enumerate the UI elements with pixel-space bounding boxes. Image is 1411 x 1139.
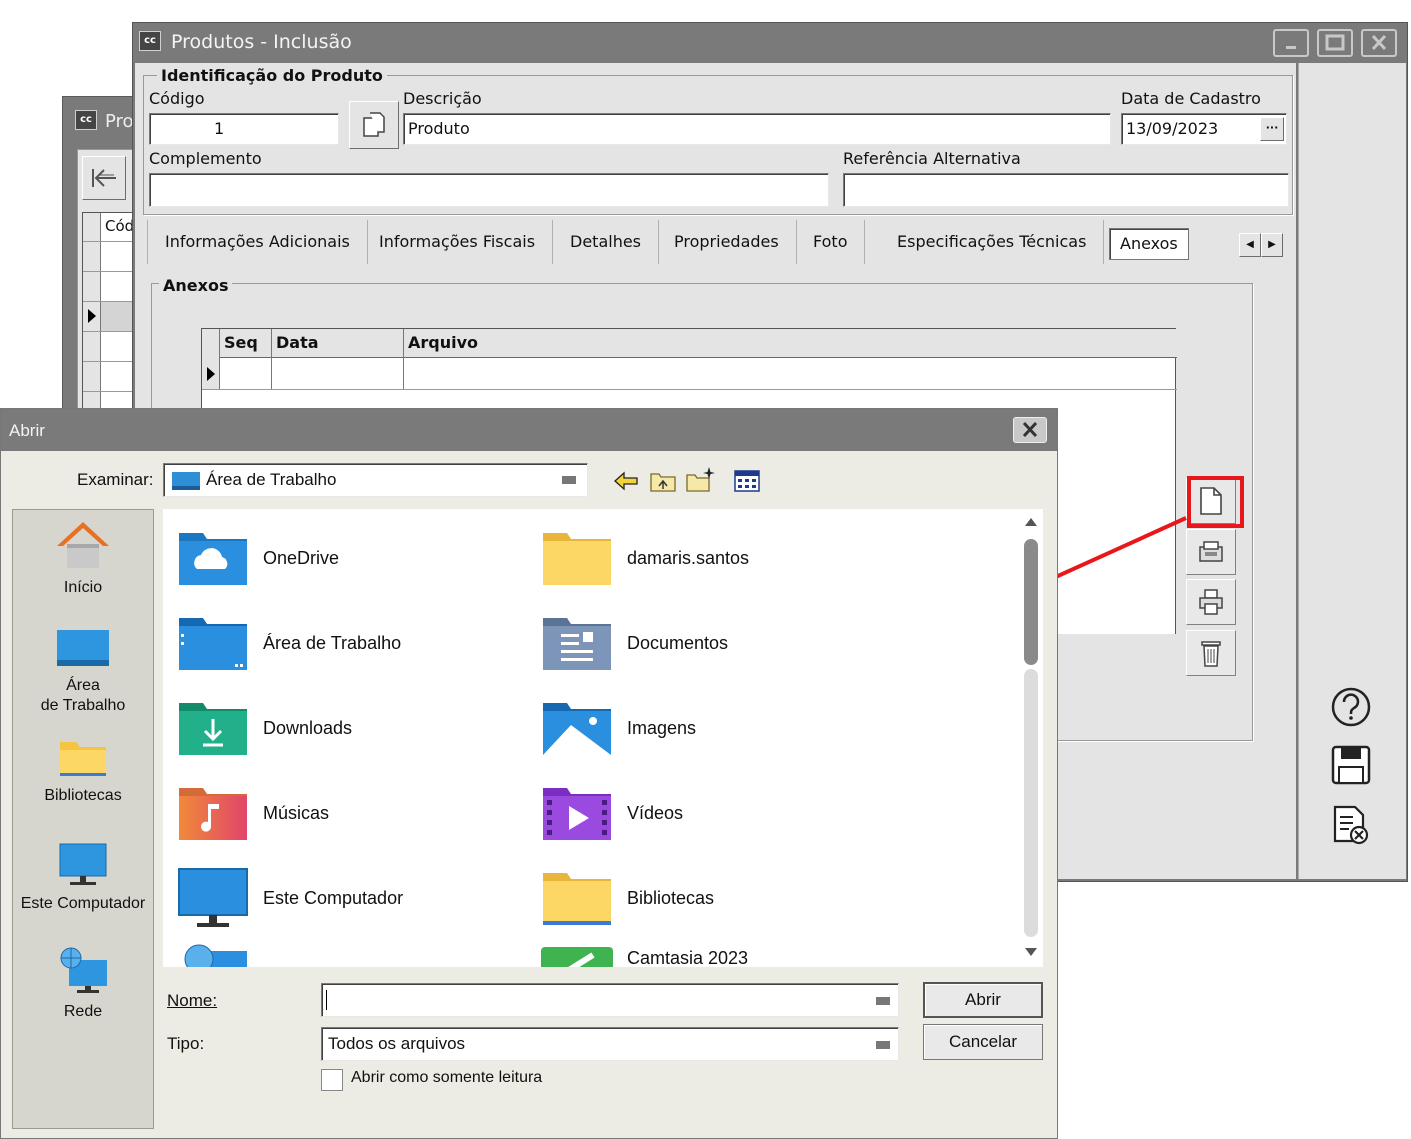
place-area-de-trabalho[interactable]: Área de Trabalho — [13, 628, 153, 716]
place-bibliotecas-label: Bibliotecas — [44, 787, 122, 804]
place-este-computador[interactable]: Este Computador — [13, 842, 153, 914]
place-inicio-label: Início — [63, 579, 103, 596]
file-name: Imagens — [627, 717, 697, 738]
text-caret — [326, 990, 327, 1010]
nome-dropdown-icon[interactable] — [876, 997, 890, 1005]
new-folder-icon[interactable] — [685, 465, 717, 493]
file-item-musicas[interactable]: Músicas — [177, 778, 329, 848]
file-item-rede[interactable] — [177, 937, 263, 967]
tipo-dropdown-icon[interactable] — [876, 1041, 890, 1049]
tipo-select[interactable]: Todos os arquivos — [321, 1027, 899, 1061]
pictures-folder-icon — [543, 703, 611, 755]
open-dialog-title: Abrir — [9, 421, 45, 440]
user-folder-icon — [543, 533, 611, 585]
file-name: Área de Trabalho — [263, 632, 402, 653]
open-button[interactable]: Abrir — [923, 982, 1043, 1018]
back-icon[interactable] — [613, 471, 639, 491]
dialog-close-button[interactable] — [1013, 417, 1047, 443]
file-item-downloads[interactable]: Downloads — [177, 693, 352, 763]
file-name: Vídeos — [627, 802, 684, 823]
combo-dropdown-icon[interactable] — [562, 476, 576, 484]
tipo-label: Tipo: — [167, 1034, 205, 1053]
computer-icon — [59, 843, 107, 885]
downloads-folder-icon — [179, 703, 247, 755]
file-name: Documentos — [627, 632, 729, 653]
home-icon — [57, 522, 109, 568]
network-icon — [184, 944, 247, 967]
examinar-label: Examinar: — [77, 470, 154, 489]
file-name: Músicas — [263, 802, 330, 823]
file-item-onedrive[interactable]: OneDrive — [177, 523, 339, 593]
file-list[interactable]: OneDrive Área de Trabalho Downloads Músi… — [163, 509, 1043, 967]
scrollbar-track[interactable] — [1024, 669, 1038, 937]
file-item-damaris-santos[interactable]: damaris.santos — [541, 523, 749, 593]
scroll-up-icon[interactable] — [1024, 517, 1038, 527]
file-item-area-de-trabalho[interactable]: Área de Trabalho — [177, 608, 401, 678]
computer-icon — [178, 868, 248, 927]
scrollbar-thumb[interactable] — [1024, 539, 1038, 665]
file-list-scrollbar[interactable] — [1019, 509, 1043, 967]
cancel-button[interactable]: Cancelar — [923, 1024, 1043, 1060]
file-name: Este Computador — [263, 887, 404, 908]
scroll-down-icon[interactable] — [1024, 947, 1038, 957]
libraries-icon — [60, 742, 106, 776]
file-item-este-computador[interactable]: Este Computador — [177, 863, 403, 933]
place-rede-label: Rede — [63, 1003, 103, 1020]
file-item-camtasia-2023[interactable]: Camtasia 2023 — [541, 923, 748, 967]
file-item-videos[interactable]: Vídeos — [541, 778, 683, 848]
desktop-icon — [57, 630, 109, 666]
documents-folder-icon — [543, 618, 611, 670]
place-inicio[interactable]: Início — [13, 516, 153, 598]
file-item-documentos[interactable]: Documentos — [541, 608, 728, 678]
place-bibliotecas[interactable]: Bibliotecas — [13, 738, 153, 806]
camtasia-icon — [541, 947, 613, 967]
onedrive-folder-icon — [179, 533, 247, 585]
network-icon — [60, 947, 107, 993]
place-rede[interactable]: Rede — [13, 946, 153, 1022]
open-dialog-titlebar: Abrir — [1, 409, 1057, 451]
videos-folder-icon — [543, 788, 611, 840]
nome-input[interactable] — [321, 983, 899, 1017]
desktop-folder-icon — [179, 618, 247, 670]
place-area-de-trabalho-label: Área de Trabalho — [40, 677, 126, 714]
examinar-combo[interactable]: Área de Trabalho — [163, 463, 588, 497]
up-folder-icon[interactable] — [649, 469, 677, 493]
libraries-folder-icon — [543, 873, 611, 925]
view-menu-icon[interactable] — [733, 469, 761, 493]
place-este-computador-label: Este Computador — [20, 895, 146, 912]
file-name: Downloads — [263, 717, 353, 738]
file-name: Camtasia 2023 — [627, 947, 749, 968]
examinar-value: Área de Trabalho — [206, 470, 337, 489]
nome-label: Nome: — [167, 991, 218, 1010]
places-bar: Início Área de Trabalho Bibliotecas Este… — [12, 509, 154, 1129]
tipo-value: Todos os arquivos — [328, 1034, 466, 1053]
open-dialog: Abrir Examinar: Área de Trabalho Início … — [0, 408, 1058, 1139]
readonly-label[interactable]: Abrir como somente leitura — [351, 1069, 542, 1087]
readonly-checkbox[interactable] — [321, 1069, 343, 1091]
music-folder-icon — [179, 788, 247, 840]
close-icon — [1022, 421, 1038, 438]
file-name: damaris.santos — [627, 547, 750, 568]
file-item-imagens[interactable]: Imagens — [541, 693, 696, 763]
file-name: Bibliotecas — [627, 887, 715, 908]
desktop-small-icon — [172, 472, 200, 490]
file-name: OneDrive — [263, 547, 340, 568]
